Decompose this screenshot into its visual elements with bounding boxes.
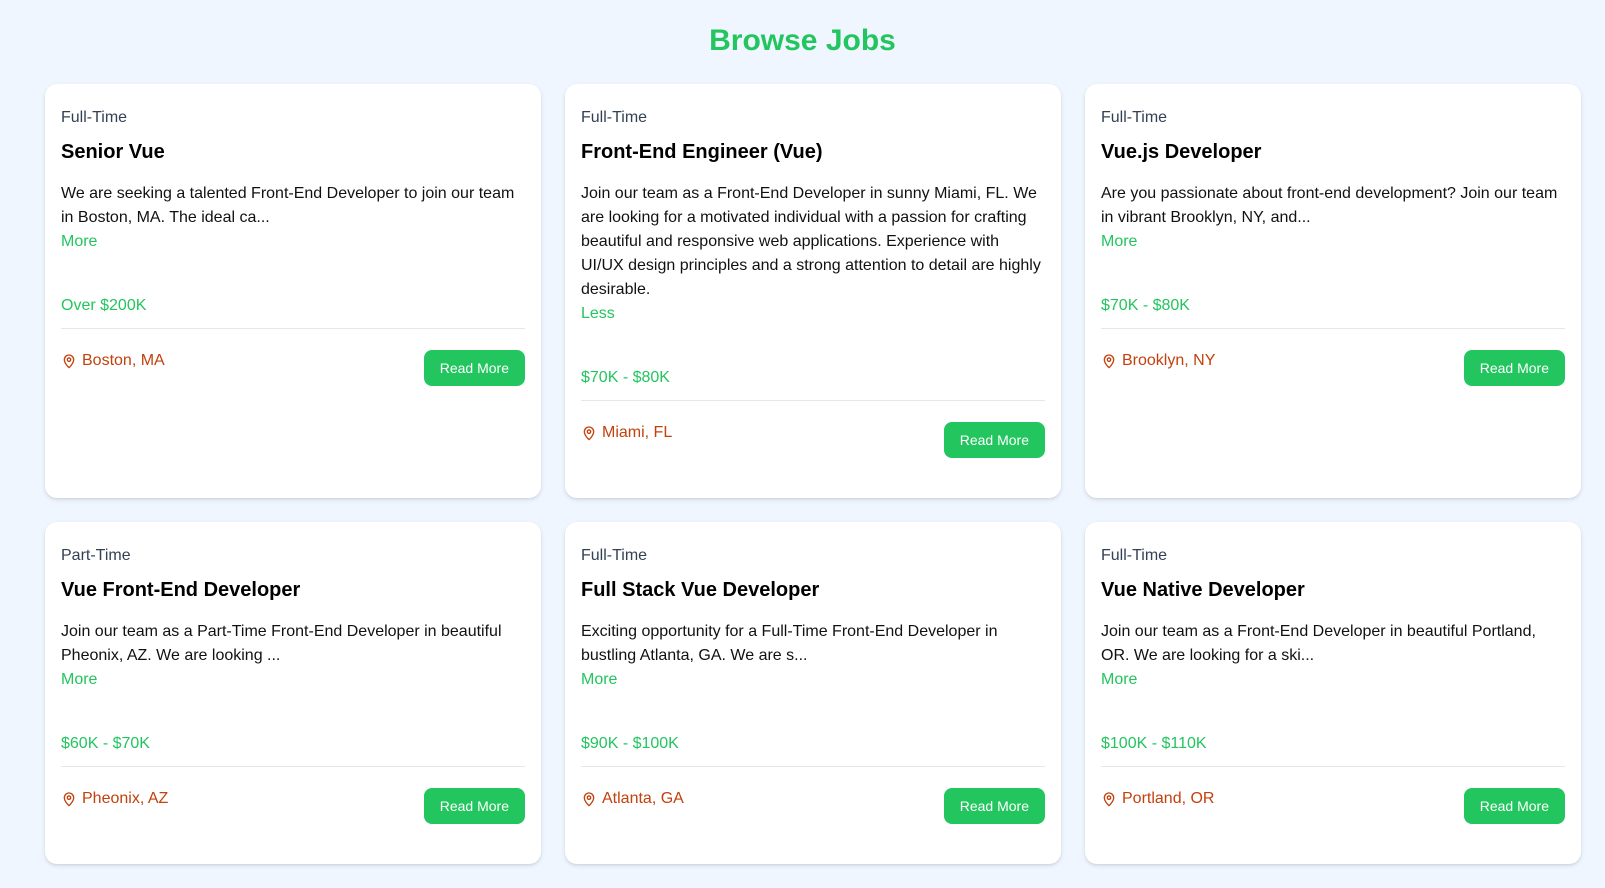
more-toggle[interactable]: More: [61, 668, 97, 692]
job-type: Full-Time: [1101, 109, 1168, 126]
job-location-label: Boston, MA: [82, 352, 165, 369]
read-more-button[interactable]: Read More: [1463, 788, 1565, 824]
job-card: Full-Time Full Stack Vue Developer Excit…: [565, 522, 1061, 864]
job-type: Full-Time: [1101, 547, 1168, 564]
map-pin-icon: [63, 792, 75, 807]
map-pin-icon: [1103, 354, 1115, 369]
job-card: Full-Time Front-End Engineer (Vue) Join …: [565, 84, 1061, 498]
job-card: Full-Time Vue.js Developer Are you passi…: [1085, 84, 1581, 498]
read-more-button[interactable]: Read More: [943, 788, 1045, 824]
map-pin-icon: [583, 426, 595, 441]
read-more-button[interactable]: Read More: [943, 422, 1045, 458]
job-type: Full-Time: [581, 547, 648, 564]
job-location: Portland, OR: [1101, 787, 1214, 811]
job-card: Full-Time Vue Native Developer Join our …: [1085, 522, 1581, 864]
job-card-footer: Atlanta, GA Read More: [581, 767, 1045, 837]
job-title: Front-End Engineer (Vue): [581, 141, 823, 163]
job-salary: $70K - $80K: [1101, 297, 1190, 314]
job-description: Exciting opportunity for a Full-Time Fro…: [581, 623, 998, 664]
job-location: Boston, MA: [61, 349, 165, 373]
more-toggle[interactable]: More: [1101, 230, 1137, 254]
job-card-footer: Boston, MA Read More: [61, 329, 525, 399]
job-location: Brooklyn, NY: [1101, 349, 1215, 373]
more-toggle[interactable]: More: [581, 668, 617, 692]
less-toggle[interactable]: Less: [581, 302, 615, 326]
job-location-label: Portland, OR: [1122, 790, 1215, 807]
job-title: Senior Vue: [61, 141, 165, 163]
job-location-label: Atlanta, GA: [602, 790, 684, 807]
job-location: Pheonix, AZ: [61, 787, 168, 811]
job-title: Vue.js Developer: [1101, 141, 1262, 163]
job-description: Join our team as a Front-End Developer i…: [581, 185, 1041, 298]
job-title: Full Stack Vue Developer: [581, 579, 820, 601]
map-pin-icon: [1103, 792, 1115, 807]
job-location-label: Brooklyn, NY: [1122, 352, 1216, 369]
job-type: Full-Time: [581, 109, 648, 126]
job-description: Are you passionate about front-end devel…: [1101, 185, 1558, 226]
job-location-label: Pheonix, AZ: [82, 790, 169, 807]
job-card-footer: Portland, OR Read More: [1101, 767, 1565, 837]
job-card: Full-Time Senior Vue We are seeking a ta…: [45, 84, 541, 498]
more-toggle[interactable]: More: [1101, 668, 1137, 692]
job-location: Atlanta, GA: [581, 787, 684, 811]
job-description: Join our team as a Part-Time Front-End D…: [61, 623, 502, 664]
read-more-button[interactable]: Read More: [423, 350, 525, 386]
job-type: Part-Time: [61, 547, 131, 564]
map-pin-icon: [583, 792, 595, 807]
job-title: Vue Front-End Developer: [61, 579, 301, 601]
more-toggle[interactable]: More: [61, 230, 97, 254]
page-title: Browse Jobs: [709, 24, 896, 57]
job-salary: $70K - $80K: [581, 369, 670, 386]
job-salary: $90K - $100K: [581, 735, 679, 752]
job-salary: $100K - $110K: [1101, 735, 1207, 752]
job-location-label: Miami, FL: [602, 424, 673, 441]
job-card-footer: Miami, FL Read More: [581, 401, 1045, 471]
job-card-footer: Pheonix, AZ Read More: [61, 767, 525, 837]
job-card-footer: Brooklyn, NY Read More: [1101, 329, 1565, 399]
job-title: Vue Native Developer: [1101, 579, 1305, 601]
job-card: Part-Time Vue Front-End Developer Join o…: [45, 522, 541, 864]
map-pin-icon: [63, 354, 75, 369]
read-more-button[interactable]: Read More: [423, 788, 525, 824]
job-salary: Over $200K: [61, 297, 147, 314]
job-type: Full-Time: [61, 109, 128, 126]
job-location: Miami, FL: [581, 421, 672, 445]
job-description: We are seeking a talented Front-End Deve…: [61, 185, 515, 226]
read-more-button[interactable]: Read More: [1463, 350, 1565, 386]
job-salary: $60K - $70K: [61, 735, 150, 752]
job-description: Join our team as a Front-End Developer i…: [1101, 623, 1536, 664]
